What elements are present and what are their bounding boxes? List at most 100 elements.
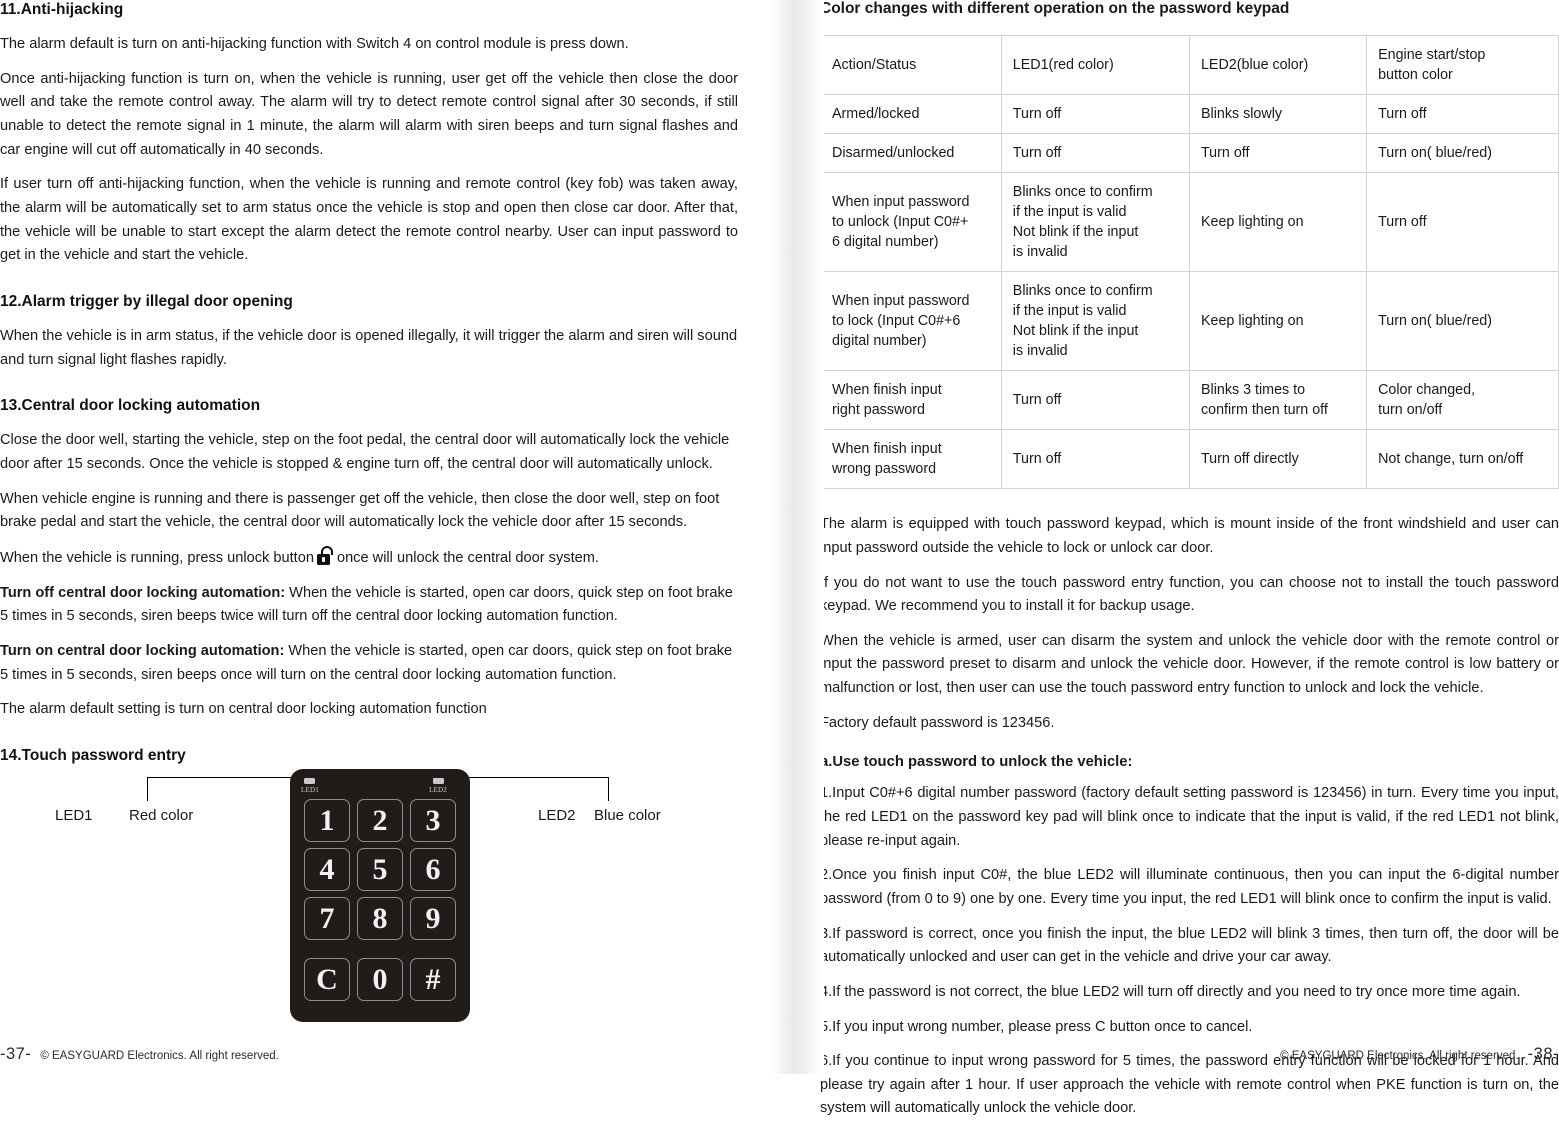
cell-led1: Turn off (1000, 133, 1190, 174)
left-page-number: -37- (0, 1045, 32, 1063)
keypad-key-9[interactable]: 9 (410, 897, 456, 940)
cell-engine: Turn on( blue/red) (1366, 271, 1559, 372)
led2-label: LED2 (429, 786, 447, 794)
keypad-key-4[interactable]: 4 (304, 848, 350, 891)
step-4: 4.If the password is not correct, the bl… (820, 983, 1521, 1000)
unlock-button-note: When the vehicle is running, press unloc… (0, 546, 738, 571)
cell-led1: Blinks once to confirm if the input is v… (1000, 172, 1190, 273)
cell-action: When finish input wrong password (820, 429, 1002, 490)
cell-led1: Blinks once to confirm if the input is v… (1000, 271, 1190, 372)
step-5: 5.If you input wrong number, please pres… (820, 1018, 1253, 1035)
right-page-footer: © EASYGUARD Electronics. All right reser… (1280, 1045, 1559, 1064)
keypad-key-3[interactable]: 3 (410, 799, 456, 842)
keypad-key-5[interactable]: 5 (357, 848, 403, 891)
cell-led2: Keep lighting on (1188, 172, 1368, 273)
cell-led2: Blinks slowly (1188, 94, 1368, 135)
cell-engine: Turn off (1366, 94, 1559, 135)
table-header-led1: LED1(red color) (1000, 34, 1190, 96)
section-heading-12: 12.Alarm trigger by illegal door opening (0, 292, 293, 310)
table-row: Disarmed/unlocked Turn off Turn off Turn… (820, 133, 1559, 174)
cell-action: When input password to lock (Input C0#+6… (820, 271, 1002, 372)
left-page-copyright: © EASYGUARD Electronics. All right reser… (40, 1050, 279, 1062)
table-row: When input password to lock (Input C0#+6… (820, 271, 1559, 372)
right-column-content: Color changes with different operation o… (820, 0, 1559, 1121)
table-row: Armed/locked Turn off Blinks slowly Turn… (820, 94, 1559, 135)
table-header-action: Action/Status (820, 34, 1002, 96)
cell-action: Armed/locked (820, 94, 1002, 135)
section-heading-11: 11.Anti-hijacking (0, 1, 124, 18)
left-column-content: 11.Anti-hijacking The alarm default is t… (0, 0, 738, 766)
keypad-key-0[interactable]: 0 (357, 958, 403, 1001)
right-page-body-text: The alarm is equipped with touch passwor… (820, 513, 1559, 1121)
keypad-key-6[interactable]: 6 (410, 848, 456, 891)
cell-led1: Turn off (1000, 429, 1190, 490)
cell-engine: Not change, turn on/off (1366, 429, 1559, 490)
cell-led2: Blinks 3 times to confirm then turn off (1188, 370, 1368, 431)
factory-default-password-note: Factory default password is 123456. (820, 714, 1055, 731)
cell-engine: Turn off (1366, 172, 1559, 273)
left-page-footer: -37- © EASYGUARD Electronics. All right … (0, 1045, 279, 1064)
table-row: When input password to unlock (Input C0#… (820, 172, 1559, 273)
callout-line-right (452, 777, 609, 778)
table-row: When finish input wrong password Turn of… (820, 429, 1559, 490)
unlock-note-text-after: once will unlock the central door system… (336, 550, 599, 567)
section-11-paragraph-3: If user turn off anti-hijacking function… (0, 176, 738, 264)
table-row: When finish input right password Turn of… (820, 370, 1559, 431)
cell-led2: Turn off directly (1188, 429, 1368, 490)
cell-action: When input password to unlock (Input C0#… (820, 172, 1002, 273)
turn-on-automation-note: Turn on central door locking automation:… (0, 640, 738, 687)
table-title: Color changes with different operation o… (820, 0, 1290, 17)
step-2: 2.Once you finish input C0#, the blue LE… (820, 867, 1559, 907)
led1-callout-color: Red color (129, 807, 194, 824)
turn-off-automation-note: Turn off central door locking automation… (0, 582, 738, 629)
step-3: 3.If password is correct, once you finis… (820, 925, 1559, 966)
led-color-table-body: Action/Status LED1(red color) LED2(blue … (820, 34, 1559, 490)
section-heading-13: 13.Central door locking automation (0, 397, 261, 415)
keypad-key-clear[interactable]: C (304, 958, 350, 1001)
led-color-table: Action/Status LED1(red color) LED2(blue … (820, 34, 1559, 490)
led1-callout-name: LED1 (55, 807, 93, 824)
cell-action: When finish input right password (820, 370, 1002, 431)
callout-tick-left (147, 777, 149, 801)
led1-label: LED1 (301, 786, 319, 794)
section-11-paragraph-2: Once anti-hijacking function is turn on,… (0, 70, 738, 158)
turn-on-automation-label: Turn on central door locking automation: (0, 642, 285, 659)
keypad-key-7[interactable]: 7 (304, 897, 350, 940)
right-page-copyright: © EASYGUARD Electronics. All right reser… (1280, 1050, 1519, 1062)
unlock-padlock-icon (316, 546, 334, 566)
led2-indicator (433, 778, 444, 784)
right-page: Color changes with different operation o… (772, 0, 1559, 1116)
cell-engine: Color changed, turn on/off (1366, 370, 1559, 431)
section-13-paragraph-2: When vehicle engine is running and there… (0, 490, 720, 531)
keypad-key-hash[interactable]: # (410, 958, 456, 1001)
section-11-paragraph-1: The alarm default is turn on anti-hijack… (0, 36, 629, 53)
keypad-key-2[interactable]: 2 (357, 799, 403, 842)
turn-off-automation-label: Turn off central door locking automation… (0, 584, 286, 601)
cell-led2: Keep lighting on (1188, 271, 1368, 372)
keypad-description-paragraph-3: When the vehicle is armed, user can disa… (820, 632, 1559, 697)
right-page-number: -38- (1527, 1045, 1559, 1063)
touch-password-keypad[interactable]: LED1 LED2 1 2 3 4 5 6 7 8 9 C 0 # (290, 769, 470, 1022)
keypad-key-grid: 1 2 3 4 5 6 7 8 9 C 0 # (304, 799, 456, 1001)
left-page: 11.Anti-hijacking The alarm default is t… (0, 0, 772, 1074)
led2-callout-name: LED2 (538, 807, 576, 824)
keypad-key-1[interactable]: 1 (304, 799, 350, 842)
automation-default-note: The alarm default setting is turn on cen… (0, 701, 487, 718)
keypad-key-8[interactable]: 8 (357, 897, 403, 940)
keypad-description-paragraph-1: The alarm is equipped with touch passwor… (820, 516, 1559, 556)
section-heading-14: 14.Touch password entry (0, 746, 186, 764)
led2-callout-color: Blue color (594, 807, 661, 824)
led1-indicator (304, 778, 315, 784)
step-1: 1.Input C0#+6 digital number password (f… (820, 785, 1559, 849)
table-header-engine: Engine start/stop button color (1366, 34, 1559, 96)
callout-line-left (147, 777, 312, 778)
unlock-note-text-before: When the vehicle is running, press unloc… (0, 550, 314, 567)
cell-led2: Turn off (1188, 133, 1368, 174)
cell-engine: Turn on( blue/red) (1366, 133, 1559, 174)
callout-tick-right (608, 777, 610, 801)
section-12-paragraph-1: When the vehicle is in arm status, if th… (0, 328, 738, 368)
subheading-use-touch-password: a.Use touch password to unlock the vehic… (820, 754, 1133, 771)
section-13-paragraph-1: Close the door well, starting the vehicl… (0, 432, 730, 473)
cell-led1: Turn off (1000, 94, 1190, 135)
table-header-led2: LED2(blue color) (1188, 34, 1368, 96)
